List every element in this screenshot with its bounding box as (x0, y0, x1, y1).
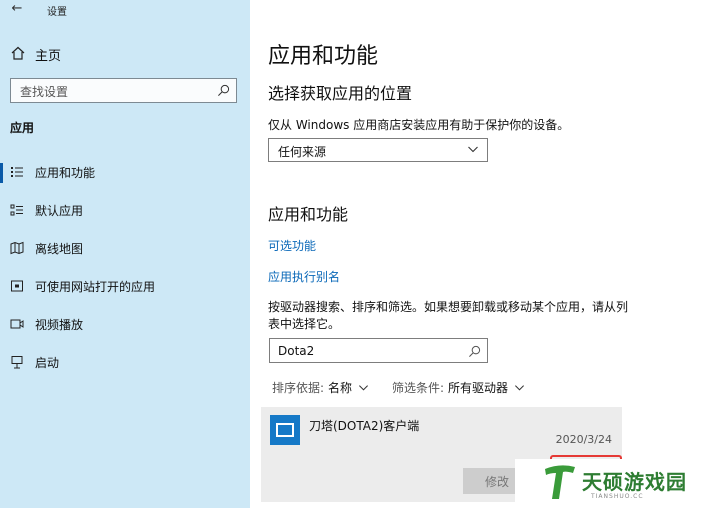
title-bar: ← 设置 (0, 0, 250, 22)
map-icon (10, 241, 24, 255)
modify-button-label: 修改 (485, 475, 510, 489)
install-source-value: 任何来源 (278, 145, 327, 159)
page-title: 应用和功能 (268, 44, 379, 69)
nav-home[interactable]: 主页 (0, 40, 250, 66)
filter-value: 所有驱动器 (448, 381, 509, 395)
sidebar-nav: 应用和功能 默认应用 离线地图 可使用网站打开的应用 视频播放 启动 (0, 154, 250, 382)
watermark-subtext: TIANSHUO.CC (591, 493, 644, 500)
watermark-text: 天硕游戏园 (582, 470, 687, 494)
sidebar-item-label: 可使用网站打开的应用 (35, 280, 156, 294)
list-default-icon (10, 204, 23, 216)
sidebar-item-label: 视频播放 (35, 318, 84, 332)
search-icon[interactable] (217, 84, 230, 97)
window-title: 设置 (47, 7, 67, 18)
filter-label: 筛选条件: (392, 381, 445, 395)
watermark-logo-icon (545, 465, 575, 499)
app-search-value: Dota2 (278, 344, 315, 358)
sort-label: 排序依据: (272, 381, 325, 395)
watermark: 天硕游戏园 TIANSHUO.CC (515, 459, 715, 508)
app-alias-link[interactable]: 应用执行别名 (268, 268, 340, 285)
sidebar-item-offline-maps[interactable]: 离线地图 (0, 230, 250, 268)
sidebar-item-default-apps[interactable]: 默认应用 (0, 192, 250, 230)
sidebar-item-startup[interactable]: 启动 (0, 344, 250, 382)
sidebar-item-website-apps[interactable]: 可使用网站打开的应用 (0, 268, 250, 306)
filter-dropdown[interactable]: 筛选条件: 所有驱动器 (392, 379, 525, 396)
search-icon[interactable] (468, 345, 481, 358)
sort-dropdown[interactable]: 排序依据: 名称 (272, 379, 369, 396)
sidebar-item-label: 启动 (35, 356, 60, 370)
website-app-icon (11, 280, 23, 292)
chevron-down-icon (515, 385, 525, 391)
app-install-date: 2020/3/24 (555, 433, 612, 446)
sort-value: 名称 (328, 381, 353, 395)
install-source-dropdown[interactable]: 任何来源 (268, 138, 488, 162)
sidebar-item-apps-features[interactable]: 应用和功能 (0, 154, 250, 192)
sidebar: ← 设置 主页 查找设置 应用 应用和功能 默认应用 离线地图 可使用网站打开的… (0, 0, 250, 508)
sidebar-item-video-playback[interactable]: 视频播放 (0, 306, 250, 344)
main-content: 应用和功能 选择获取应用的位置 仅从 Windows 应用商店安装应用有助于保护… (250, 0, 715, 508)
settings-search-input[interactable]: 查找设置 (10, 78, 237, 103)
nav-home-label: 主页 (35, 49, 62, 64)
video-icon (10, 319, 24, 329)
app-name: 刀塔(DOTA2)客户端 (309, 419, 420, 433)
search-placeholder: 查找设置 (20, 85, 69, 99)
sidebar-item-label: 默认应用 (35, 204, 84, 218)
list-detail-icon (11, 167, 23, 177)
sidebar-item-label: 离线地图 (35, 242, 84, 256)
section-title: 应用 (10, 121, 35, 135)
apps-section-title: 应用和功能 (268, 205, 349, 224)
sidebar-item-label: 应用和功能 (35, 166, 96, 180)
startup-icon (11, 356, 23, 369)
source-section-title: 选择获取应用的位置 (268, 84, 413, 103)
back-arrow-icon[interactable]: ← (9, 1, 25, 17)
search-instructions: 按驱动器搜索、排序和筛选。如果想要卸载或移动某个应用，请从列表中选择它。 (268, 300, 629, 331)
chevron-down-icon (359, 385, 369, 391)
chevron-down-icon (468, 146, 478, 153)
optional-features-link[interactable]: 可选功能 (268, 237, 316, 254)
app-icon (270, 415, 300, 445)
source-description: 仅从 Windows 应用商店安装应用有助于保护你的设备。 (268, 118, 570, 132)
app-search-input[interactable]: Dota2 (269, 338, 488, 363)
home-icon (11, 46, 25, 60)
